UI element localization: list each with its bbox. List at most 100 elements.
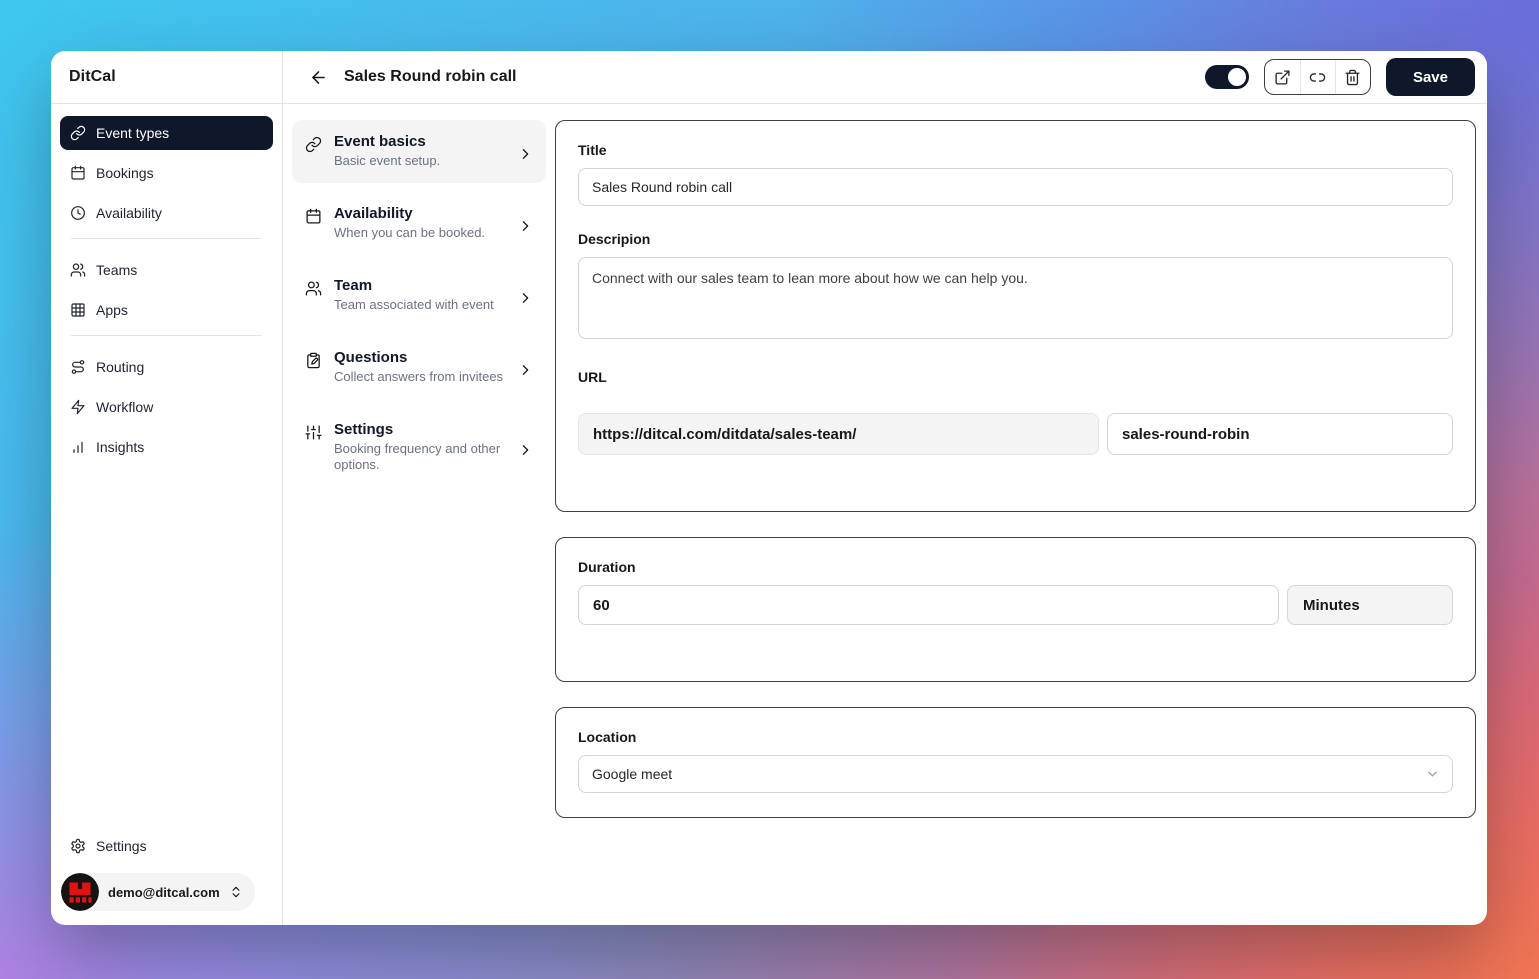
sidebar-item-label: Apps: [96, 302, 128, 318]
chevron-right-icon: [517, 218, 534, 235]
grid-icon: [70, 302, 86, 318]
clock-icon: [70, 205, 86, 221]
event-nav-item-event-basics[interactable]: Event basics Basic event setup.: [292, 120, 546, 183]
page-title: Sales Round robin call: [344, 68, 516, 86]
event-nav-description: Basic event setup.: [334, 153, 440, 170]
external-link-icon: [1274, 69, 1291, 86]
location-select[interactable]: Google meet: [578, 755, 1453, 793]
app-logo: DitCal: [69, 68, 116, 86]
chevron-down-icon: [1425, 767, 1440, 782]
gear-icon: [70, 838, 86, 854]
copy-link-button[interactable]: [1300, 60, 1335, 94]
sidebar-item-bookings[interactable]: Bookings: [60, 156, 273, 190]
sidebar-divider: [71, 335, 262, 336]
chevron-right-icon: [517, 146, 534, 163]
sidebar-item-insights[interactable]: Insights: [60, 430, 273, 464]
duration-unit: Minutes: [1287, 585, 1453, 625]
link-icon: [70, 125, 86, 141]
sidebar-item-label: Settings: [96, 838, 147, 854]
duration-input[interactable]: [578, 585, 1279, 625]
event-nav-description: When you can be booked.: [334, 225, 485, 242]
event-nav-text: Availability When you can be booked.: [334, 205, 485, 242]
duration-row: Minutes: [578, 585, 1453, 625]
description-label: Descripion: [578, 231, 1453, 247]
description-textarea[interactable]: Connect with our sales team to lean more…: [578, 257, 1453, 339]
calendar-icon: [70, 165, 86, 181]
event-nav-title: Questions: [334, 349, 503, 366]
delete-button[interactable]: [1335, 60, 1370, 94]
sidebar-item-teams[interactable]: Teams: [60, 253, 273, 287]
chevron-right-icon: [517, 362, 534, 379]
calendar-icon: [305, 208, 322, 225]
chevron-right-icon: [517, 290, 534, 307]
sidebar-item-routing[interactable]: Routing: [60, 350, 273, 384]
sidebar-footer: Settings demo@ditcal.com: [51, 821, 282, 925]
main-panel: Sales Round robin call Save: [283, 51, 1487, 925]
sidebar-item-apps[interactable]: Apps: [60, 293, 273, 327]
event-nav-item-settings[interactable]: Settings Booking frequency and other opt…: [292, 408, 546, 488]
url-row: https://ditcal.com/ditdata/sales-team/: [578, 413, 1453, 455]
event-nav-title: Availability: [334, 205, 485, 222]
event-nav-text: Questions Collect answers from invitees: [334, 349, 503, 386]
account-email: demo@ditcal.com: [108, 885, 220, 900]
event-nav-description: Team associated with event: [334, 297, 494, 314]
header: Sales Round robin call Save: [283, 51, 1487, 104]
sidebar-item-settings[interactable]: Settings: [60, 829, 273, 863]
event-enabled-toggle[interactable]: [1205, 65, 1249, 89]
trash-icon: [1344, 69, 1361, 86]
link-icon: [305, 136, 322, 153]
avatar: [61, 873, 99, 911]
url-label: URL: [578, 369, 1453, 385]
header-actions: Save: [1205, 58, 1475, 96]
sidebar-item-availability[interactable]: Availability: [60, 196, 273, 230]
users-icon: [70, 262, 86, 278]
event-nav-text: Event basics Basic event setup.: [334, 133, 440, 170]
sidebar-item-label: Availability: [96, 205, 162, 221]
route-icon: [70, 359, 86, 375]
sidebar-divider: [71, 238, 262, 239]
event-nav-title: Team: [334, 277, 494, 294]
event-nav-text: Settings Booking frequency and other opt…: [334, 421, 520, 475]
bar-chart-icon: [70, 439, 86, 455]
event-settings-nav: Event basics Basic event setup. Availabi…: [283, 120, 555, 925]
users-icon: [305, 280, 322, 297]
logo-row: DitCal: [51, 51, 282, 104]
event-nav-description: Collect answers from invitees: [334, 369, 503, 386]
url-prefix: https://ditcal.com/ditdata/sales-team/: [578, 413, 1099, 455]
arrow-left-icon: [309, 68, 328, 87]
save-button[interactable]: Save: [1386, 58, 1475, 96]
title-label: Title: [578, 142, 1453, 158]
zap-icon: [70, 399, 86, 415]
duration-label: Duration: [578, 559, 1453, 575]
back-button[interactable]: [304, 63, 332, 91]
sidebar-item-label: Insights: [96, 439, 144, 455]
event-action-group: [1264, 59, 1371, 95]
content-area: Event basics Basic event setup. Availabi…: [283, 104, 1487, 925]
location-card: Location Google meet: [555, 707, 1476, 818]
url-slug-input[interactable]: [1107, 413, 1453, 455]
sidebar-nav: Event types Bookings Availability Teams …: [51, 104, 282, 470]
duration-card: Duration Minutes: [555, 537, 1476, 682]
title-input[interactable]: [578, 168, 1453, 206]
event-nav-description: Booking frequency and other options.: [334, 441, 520, 475]
preview-button[interactable]: [1265, 60, 1300, 94]
sidebar-item-label: Bookings: [96, 165, 154, 181]
event-nav-title: Settings: [334, 421, 520, 438]
app-window: DitCal Event types Bookings Availability…: [51, 51, 1487, 925]
event-nav-item-questions[interactable]: Questions Collect answers from invitees: [292, 336, 546, 399]
event-form: Title Descripion Connect with our sales …: [555, 120, 1477, 925]
event-nav-item-team[interactable]: Team Team associated with event: [292, 264, 546, 327]
sidebar-item-label: Workflow: [96, 399, 153, 415]
account-switcher[interactable]: demo@ditcal.com: [61, 873, 255, 911]
sidebar-item-event-types[interactable]: Event types: [60, 116, 273, 150]
sidebar-item-workflow[interactable]: Workflow: [60, 390, 273, 424]
sidebar-item-label: Event types: [96, 125, 169, 141]
event-basics-card: Title Descripion Connect with our sales …: [555, 120, 1476, 512]
location-selected-value: Google meet: [592, 766, 672, 782]
sliders-icon: [305, 424, 322, 441]
event-nav-item-availability[interactable]: Availability When you can be booked.: [292, 192, 546, 255]
link-icon: [1309, 69, 1326, 86]
sidebar-item-label: Routing: [96, 359, 144, 375]
chevron-right-icon: [517, 442, 534, 459]
location-label: Location: [578, 729, 1453, 745]
